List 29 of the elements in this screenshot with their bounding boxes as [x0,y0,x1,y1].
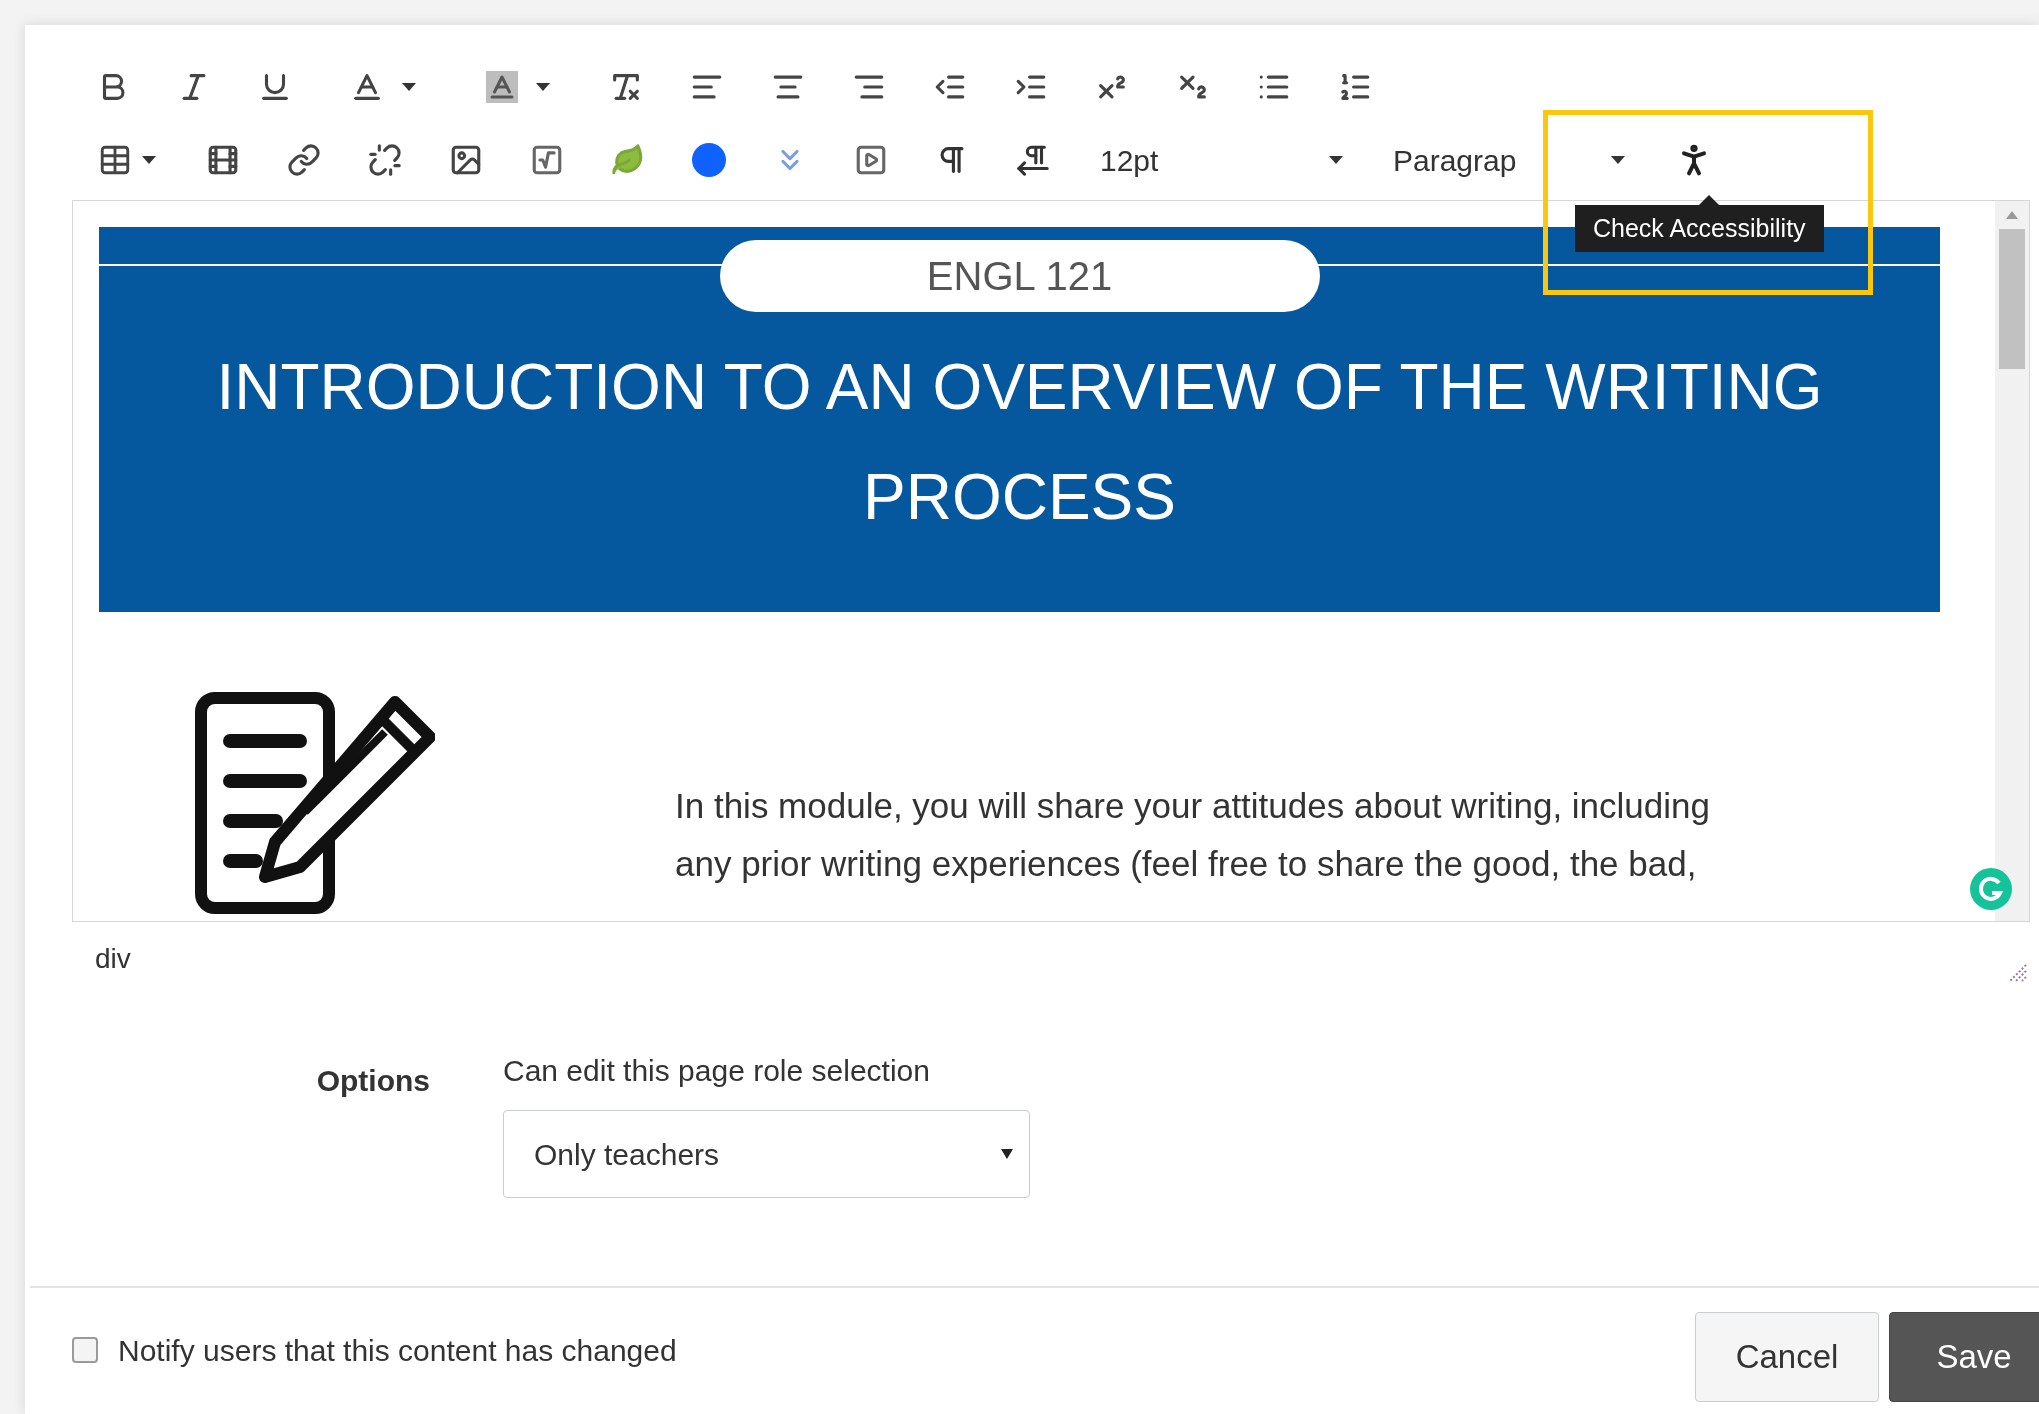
cancel-button[interactable]: Cancel [1695,1312,1879,1402]
module-intro-paragraph: In this module, you will share your attitudes about writing, including any prior writing experiences (feel free to share the good, the bad, [675,785,1711,885]
caret-icon [142,156,156,164]
notify-label: Notify users that this content has changed [118,1332,677,1369]
options-label: Options [316,1063,430,1099]
save-button[interactable]: Save [1889,1312,2039,1402]
scrollbar-thumb[interactable] [1999,229,2025,369]
caret-icon [1611,156,1625,164]
caret-icon [535,83,550,91]
rtl-icon [1015,143,1050,177]
unlink-icon [367,143,402,177]
leaf-icon [610,143,645,177]
role-select[interactable]: Only teachers [503,1110,1030,1198]
caret-icon [1001,1149,1013,1159]
course-code: ENGL 121 [719,240,1320,312]
tooltip-arrow-icon [1699,195,1719,205]
role-selection-label: Can edit this page role selection [503,1053,931,1089]
block-format-select[interactable]: Paragrap [1363,135,1653,185]
caret-icon [401,83,416,91]
table-icon [98,143,132,177]
resize-handle-icon[interactable] [2008,963,2028,983]
link-icon [286,143,321,177]
background-color-icon [485,71,518,103]
font-size-select[interactable]: 12pt [1073,135,1363,185]
caret-icon [1329,156,1343,164]
page-title: INTRODUCTION TO AN OVERVIEW OF THE WRITING PROCESS [215,350,1824,535]
notify-checkbox[interactable] [72,1337,98,1363]
element-path: div [95,942,131,976]
scroll-up-icon [2006,211,2018,219]
